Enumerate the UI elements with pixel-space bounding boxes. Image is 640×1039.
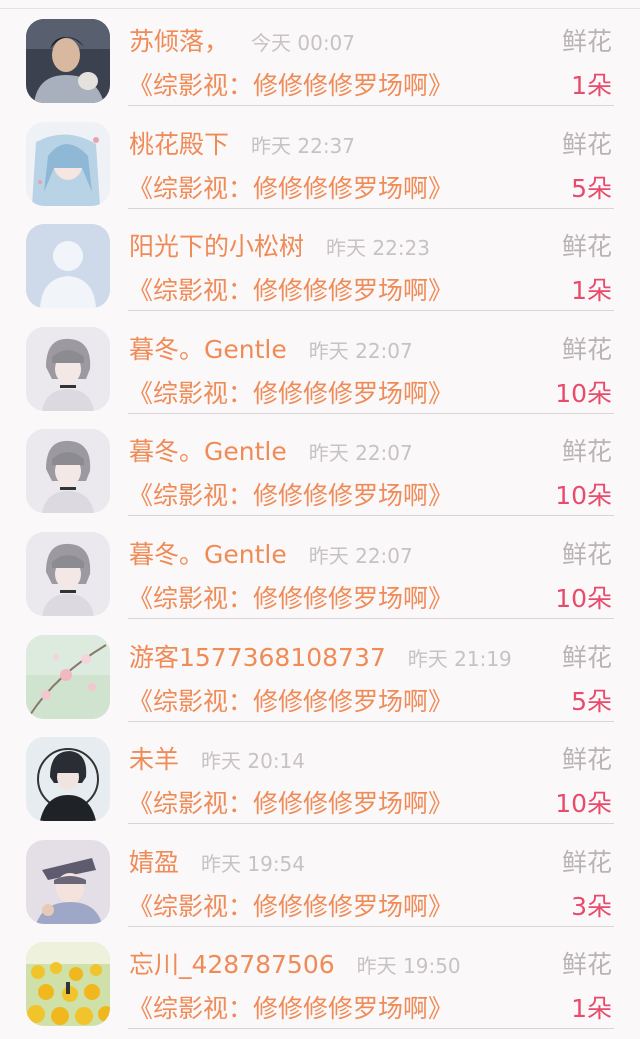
gift-time: 昨天 22:23 (326, 236, 431, 261)
sender-name[interactable]: 暮冬。Gentle (129, 432, 287, 468)
book-title-link[interactable]: 《综影视：修修修修罗场啊》 (128, 66, 453, 102)
gift-type-label: 鲜花 (561, 27, 612, 56)
gift-count: 1朵 (571, 994, 612, 1024)
gift-time: 昨天 22:07 (308, 543, 413, 568)
book-title-link[interactable]: 《综影视：修修修修罗场啊》 (128, 374, 453, 410)
list-item[interactable]: 暮冬。Gentle 昨天 22:07 鲜花 《综影视：修修修修罗场啊》 10朵 (0, 420, 640, 523)
row-divider (128, 720, 614, 722)
gift-count: 1朵 (571, 71, 612, 100)
gift-time: 昨天 20:14 (201, 749, 306, 774)
list-item[interactable]: 桃花殿下 昨天 22:37 鲜花 《综影视：修修修修罗场啊》 5朵 (0, 113, 640, 216)
gift-time: 昨天 21:19 (407, 646, 512, 671)
avatar-dark-anime-icon[interactable] (26, 737, 110, 822)
sender-name[interactable]: 游客1577368108737 (129, 638, 386, 674)
gift-time: 昨天 22:07 (308, 338, 413, 363)
gift-time: 昨天 22:07 (308, 441, 413, 466)
avatar-anime-gray-icon[interactable] (26, 429, 110, 514)
avatar-anime-gray-icon[interactable] (26, 326, 110, 411)
gift-count: 3朵 (571, 891, 612, 921)
sender-name[interactable]: 婧盈 (129, 843, 179, 879)
avatar-anime-gray-icon[interactable] (26, 531, 110, 616)
gift-count: 10朵 (555, 789, 612, 819)
gift-type-label: 鲜花 (561, 950, 612, 980)
gift-count: 10朵 (555, 481, 612, 511)
sender-name[interactable]: 苏倾落， (129, 22, 229, 58)
row-divider (128, 105, 614, 106)
avatar-anime-blue-icon[interactable] (26, 121, 110, 206)
default-user-icon[interactable] (26, 224, 110, 309)
book-title-link[interactable]: 《综影视：修修修修罗场啊》 (128, 887, 453, 923)
book-title-link[interactable]: 《综影视：修修修修罗场啊》 (128, 682, 453, 718)
gift-type-label: 鲜花 (561, 334, 612, 364)
gift-count: 10朵 (555, 378, 612, 408)
sender-name[interactable]: 暮冬。Gentle (129, 330, 287, 366)
list-item[interactable]: 未羊 昨天 20:14 鲜花 《综影视：修修修修罗场啊》 10朵 (0, 728, 640, 831)
gift-count: 10朵 (555, 583, 612, 613)
gift-type-label: 鲜花 (561, 642, 612, 672)
book-title-link[interactable]: 《综影视：修修修修罗场啊》 (128, 476, 453, 512)
gift-type-label: 鲜花 (561, 437, 612, 467)
gift-count: 5朵 (571, 173, 612, 203)
gift-time: 昨天 19:54 (201, 851, 306, 876)
book-title-link[interactable]: 《综影视：修修修修罗场啊》 (128, 784, 453, 820)
list-item[interactable]: 暮冬。Gentle 昨天 22:07 鲜花 《综影视：修修修修罗场啊》 10朵 (0, 523, 640, 626)
gift-count: 1朵 (571, 276, 612, 306)
row-divider (128, 310, 614, 312)
row-divider (128, 207, 614, 209)
row-divider (128, 823, 614, 825)
gift-type-label: 鲜花 (561, 129, 612, 159)
avatar-sunflower-icon[interactable] (26, 942, 110, 1027)
book-title-link[interactable]: 《综影视：修修修修罗场啊》 (128, 989, 453, 1025)
row-divider (128, 515, 614, 517)
avatar-photo-icon[interactable] (26, 19, 110, 103)
list-item[interactable]: 忘川_428787506 昨天 19:50 鲜花 《综影视：修修修修罗场啊》 1朵 (0, 933, 640, 1036)
gift-count: 5朵 (571, 686, 612, 716)
list-item[interactable]: 暮冬。Gentle 昨天 22:07 鲜花 《综影视：修修修修罗场啊》 10朵 (0, 318, 640, 421)
gift-type-label: 鲜花 (561, 539, 612, 569)
gift-time: 昨天 19:50 (356, 954, 461, 979)
sender-name[interactable]: 桃花殿下 (129, 125, 229, 161)
sender-name[interactable]: 阳光下的小松树 (129, 227, 304, 263)
book-title-link[interactable]: 《综影视：修修修修罗场啊》 (128, 579, 453, 615)
list-item[interactable]: 婧盈 昨天 19:54 鲜花 《综影视：修修修修罗场啊》 3朵 (0, 831, 640, 934)
gift-type-label: 鲜花 (561, 232, 612, 262)
sender-name[interactable]: 未羊 (129, 740, 179, 776)
sender-name[interactable]: 暮冬。Gentle (129, 535, 287, 571)
gift-type-label: 鲜花 (561, 745, 612, 775)
book-title-link[interactable]: 《综影视：修修修修罗场啊》 (128, 169, 453, 205)
gift-time: 昨天 22:37 (251, 133, 356, 158)
avatar-anime-hat-icon[interactable] (26, 839, 110, 924)
book-title-link[interactable]: 《综影视：修修修修罗场啊》 (128, 271, 453, 307)
list-item[interactable]: 游客1577368108737 昨天 21:19 鲜花 《综影视：修修修修罗场啊》… (0, 626, 640, 729)
list-item[interactable]: 阳光下的小松树 昨天 22:23 鲜花 《综影视：修修修修罗场啊》 1朵 (0, 215, 640, 318)
sender-name[interactable]: 忘川_428787506 (129, 945, 335, 981)
row-divider (128, 1028, 614, 1030)
gift-type-label: 鲜花 (561, 847, 612, 877)
gift-time: 今天 00:07 (251, 31, 356, 55)
gift-list: 苏倾落， 今天 00:07 鲜花 《综影视：修修修修罗场啊》 1朵 桃花殿下 昨天 … (0, 10, 640, 1036)
row-divider (128, 412, 614, 414)
list-item[interactable]: 苏倾落， 今天 00:07 鲜花 《综影视：修修修修罗场啊》 1朵 (0, 10, 640, 113)
row-divider (128, 925, 614, 927)
top-divider (0, 8, 640, 9)
avatar-blossom-icon[interactable] (26, 634, 110, 719)
row-divider (128, 617, 614, 619)
